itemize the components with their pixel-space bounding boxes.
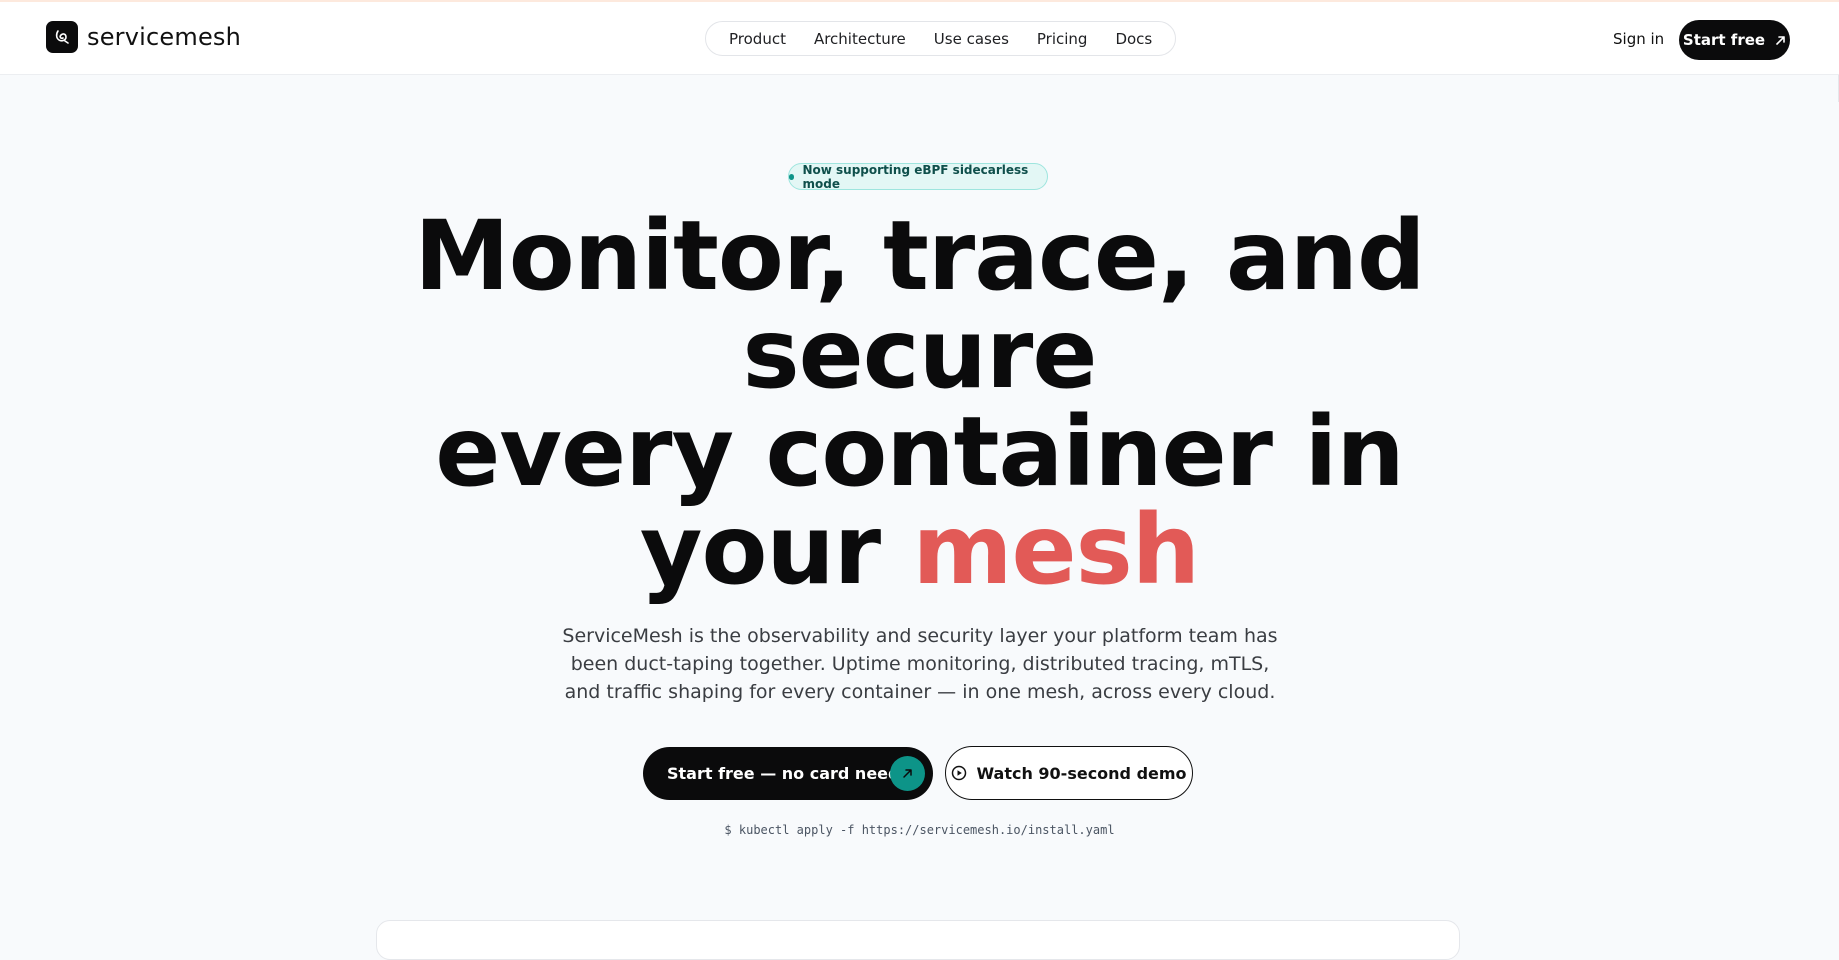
arrow-up-right-icon <box>890 756 925 791</box>
watch-demo-label: Watch 90-second demo <box>976 763 1187 783</box>
loop-mark-icon <box>46 21 78 53</box>
headline-line-3: every container in <box>435 396 1404 508</box>
announcement-badge[interactable]: Now supporting eBPF sidecarless mode <box>788 162 1048 191</box>
arrow-up-right-icon <box>1776 35 1785 45</box>
preview-card <box>376 920 1460 960</box>
sign-in-link[interactable]: Sign in <box>1613 30 1664 48</box>
nav-link-docs[interactable]: Docs <box>1101 30 1166 48</box>
headline-accent-word: mesh <box>912 494 1201 606</box>
nav-link-product[interactable]: Product <box>715 30 800 48</box>
hero-headline: Monitor, trace, and secure every contain… <box>0 207 1839 599</box>
hero-subtitle: ServiceMesh is the observability and sec… <box>562 625 1278 703</box>
nav-link-architecture[interactable]: Architecture <box>800 30 920 48</box>
start-free-button[interactable]: Start free <box>1679 20 1790 60</box>
nav-link-pricing[interactable]: Pricing <box>1023 30 1102 48</box>
status-dot-icon <box>789 173 795 180</box>
play-circle-icon <box>952 765 967 781</box>
headline-prefix: your <box>639 494 913 606</box>
headline-line-4: your mesh <box>0 501 1839 599</box>
brand-logo[interactable]: servicemesh <box>46 21 241 53</box>
headline-line-1: Monitor, trace, and <box>414 200 1425 312</box>
install-command[interactable]: $ kubectl apply -f https://servicemesh.i… <box>0 823 1839 837</box>
cta-primary-label: Start free — no card needed <box>667 764 922 783</box>
start-free-cta-button[interactable]: Start free — no card needed <box>643 747 933 800</box>
top-nav: servicemesh Product Architecture Use cas… <box>0 2 1839 75</box>
primary-nav: Product Architecture Use cases Pricing D… <box>705 21 1177 56</box>
start-free-label: Start free <box>1682 31 1766 49</box>
headline-line-2: secure <box>742 298 1098 410</box>
badge-text: Now supporting eBPF sidecarless mode <box>802 162 1029 191</box>
nav-link-use-cases[interactable]: Use cases <box>920 30 1023 48</box>
brand-name: servicemesh <box>87 23 242 51</box>
watch-demo-button[interactable]: Watch 90-second demo <box>945 746 1193 800</box>
